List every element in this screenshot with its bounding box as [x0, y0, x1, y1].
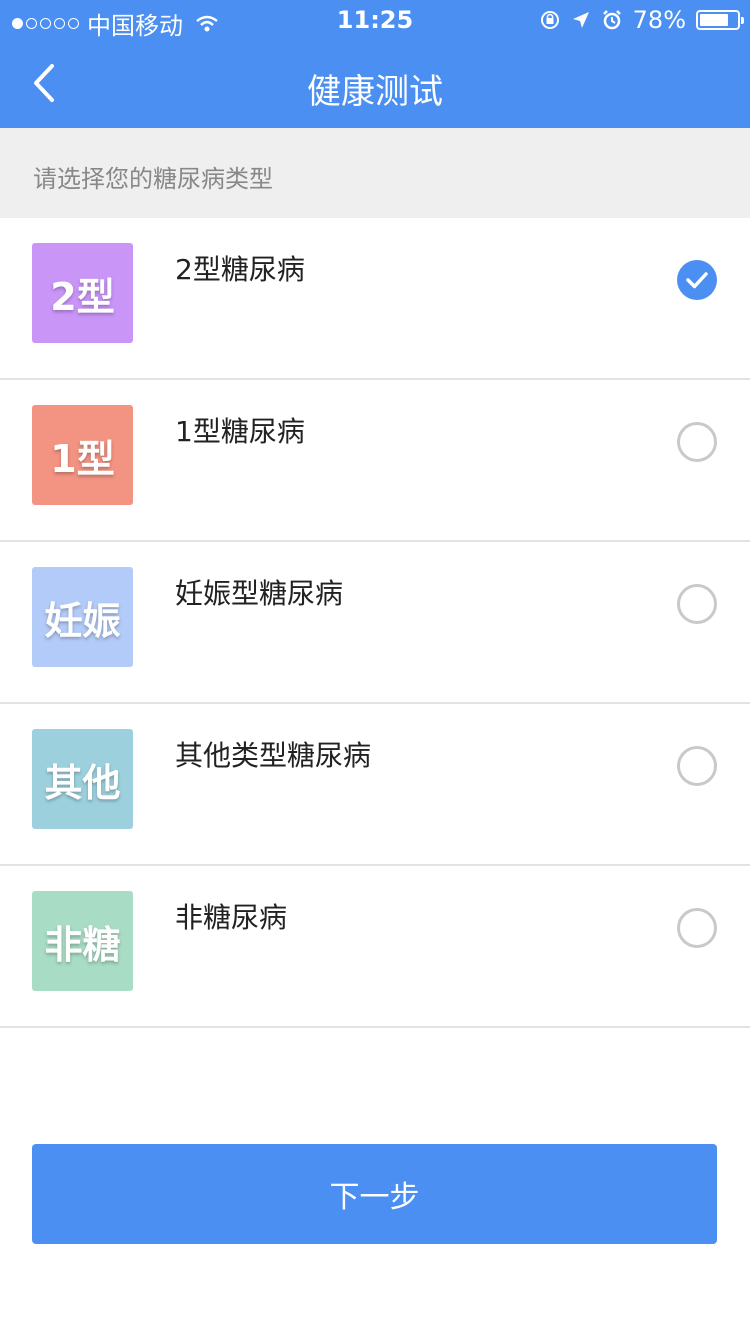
section-header: 请选择您的糖尿病类型 [0, 128, 750, 218]
type-tile: 非糖 [32, 891, 133, 991]
type-tile: 妊娠 [32, 567, 133, 667]
type-tile: 2型 [32, 243, 133, 343]
nav-bar: 健康测试 [0, 40, 750, 128]
type-tile: 1型 [32, 405, 133, 505]
option-label: 1型糖尿病 [175, 415, 305, 448]
radio-button[interactable] [677, 422, 717, 462]
alarm-icon [602, 10, 621, 30]
option-label: 妊娠型糖尿病 [175, 577, 344, 610]
orientation-lock-icon [540, 11, 559, 29]
option-row-other[interactable]: 其他 其他类型糖尿病 [0, 704, 750, 866]
option-row-gestational[interactable]: 妊娠 妊娠型糖尿病 [0, 542, 750, 704]
radio-button[interactable] [677, 746, 717, 786]
battery-percent: 78% [632, 6, 686, 34]
option-row-type1[interactable]: 1型 1型糖尿病 [0, 380, 750, 542]
option-label: 2型糖尿病 [175, 253, 305, 286]
option-label: 其他类型糖尿病 [175, 739, 372, 772]
radio-button[interactable] [677, 908, 717, 948]
checkmark-icon [686, 272, 708, 289]
option-row-non-diabetic[interactable]: 非糖 非糖尿病 [0, 866, 750, 1028]
location-icon [572, 12, 589, 28]
radio-button[interactable] [677, 260, 717, 300]
section-header-text: 请选择您的糖尿病类型 [33, 165, 273, 193]
status-right: 78% [539, 6, 744, 34]
type-tile: 其他 [32, 729, 133, 829]
radio-button[interactable] [677, 584, 717, 624]
next-step-button[interactable]: 下一步 [32, 1144, 717, 1244]
option-label: 非糖尿病 [175, 901, 288, 934]
battery-icon [696, 10, 744, 30]
diabetes-type-list: 2型 2型糖尿病 1型 1型糖尿病 妊娠 妊娠型糖尿病 其他 其他类型糖尿病 非… [0, 218, 750, 1028]
page-title: 健康测试 [307, 72, 443, 112]
option-row-type2[interactable]: 2型 2型糖尿病 [0, 218, 750, 380]
status-bar: 中国移动 11:25 78% [0, 0, 750, 40]
